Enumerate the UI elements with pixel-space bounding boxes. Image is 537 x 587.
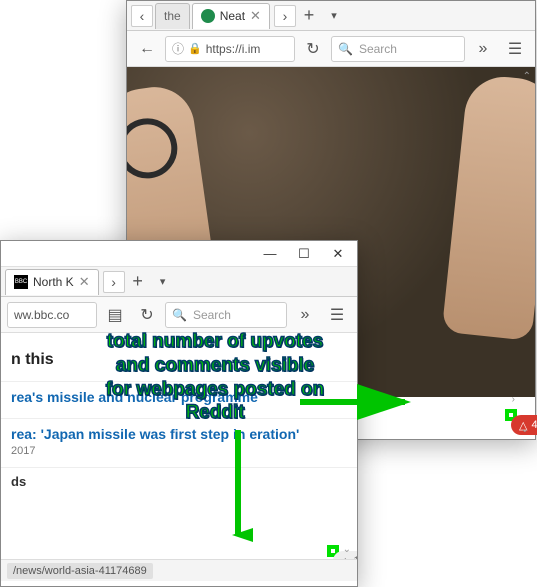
upvote-count: 41469 xyxy=(531,419,537,431)
window-maximize-button[interactable]: ☐ xyxy=(287,243,321,265)
url-text: ww.bbc.co xyxy=(14,308,69,322)
search-icon: 🔍 xyxy=(172,308,187,322)
url-bar[interactable]: ⓘ 🔒 https://i.im xyxy=(165,36,295,62)
window-minimize-button[interactable]: — xyxy=(253,243,287,265)
scroll-down-indicator: ⌄ xyxy=(343,544,351,555)
new-tab-button[interactable]: + xyxy=(127,271,149,292)
story-headline-link[interactable]: rea's missile and nuclear programme xyxy=(11,388,347,406)
story-trail-text: ds xyxy=(11,474,26,489)
search-box[interactable]: 🔍 Search xyxy=(331,36,465,62)
reload-button[interactable]: ↻ xyxy=(299,35,327,63)
browser-window-front: — ☐ ✕ BBC North K ✕ › + ▾ ww.bbc.co ▤ ↻ … xyxy=(0,240,358,587)
tab-overflow-button[interactable]: ▾ xyxy=(320,2,348,30)
upvote-icon: △ xyxy=(341,555,349,560)
tab-history-forward-button[interactable]: › xyxy=(103,271,125,293)
window-titlebar: — ☐ ✕ xyxy=(1,241,357,267)
tab-inactive[interactable]: the xyxy=(155,3,190,29)
scroll-right-indicator: › xyxy=(512,394,515,405)
tab-active[interactable]: BBC North K ✕ xyxy=(5,269,99,295)
scroll-up-indicator: ⌃ xyxy=(523,71,531,82)
story-item: rea: 'Japan missile was first step in er… xyxy=(1,418,357,467)
nav-toolbar: ← ⓘ 🔒 https://i.im ↻ 🔍 Search » ☰ xyxy=(127,31,535,67)
reload-button[interactable]: ↻ xyxy=(133,301,161,329)
scroll-down-indicator: ⌄ xyxy=(521,424,529,435)
hamburger-menu-button[interactable]: ☰ xyxy=(323,301,351,329)
url-bar[interactable]: ww.bbc.co xyxy=(7,302,97,328)
search-icon: 🔍 xyxy=(338,42,353,56)
search-box[interactable]: 🔍 Search xyxy=(165,302,287,328)
story-item: rea's missile and nuclear programme xyxy=(1,381,357,418)
story-item: ds xyxy=(1,467,357,499)
nav-toolbar: ww.bbc.co ▤ ↻ 🔍 Search » ☰ xyxy=(1,297,357,333)
annotation-highlight-box: △ 41469 ✎ 1255 gifs xyxy=(505,409,517,421)
tab-overflow-button[interactable]: ▾ xyxy=(149,268,177,296)
tab-active[interactable]: Neat ✕ xyxy=(192,3,270,29)
favicon-icon: BBC xyxy=(14,275,28,289)
url-text: https://i.im xyxy=(206,42,261,56)
tab-label: Neat xyxy=(220,9,245,23)
status-url: /news/world-asia-41174689 xyxy=(7,563,153,579)
hamburger-menu-button[interactable]: ☰ xyxy=(501,35,529,63)
tab-strip: ‹ the Neat ✕ › + ▾ xyxy=(127,1,535,31)
close-tab-icon[interactable]: ✕ xyxy=(79,274,90,290)
section-heading: n this xyxy=(11,351,357,369)
story-headline-link[interactable]: rea: 'Japan missile was first step in er… xyxy=(11,425,347,443)
window-close-button[interactable]: ✕ xyxy=(321,243,355,265)
search-placeholder: Search xyxy=(359,42,397,56)
story-date: 2017 xyxy=(11,445,347,457)
page-content: n this rea's missile and nuclear program… xyxy=(1,333,357,559)
nav-back-button[interactable]: ← xyxy=(133,35,161,63)
tab-history-back-button[interactable]: ‹ xyxy=(131,5,153,27)
tab-history-forward-button[interactable]: › xyxy=(274,5,296,27)
favicon-icon xyxy=(201,9,215,23)
tab-label: North K xyxy=(33,275,74,289)
tab-label: the xyxy=(164,9,181,23)
reader-mode-button[interactable]: ▤ xyxy=(101,301,129,329)
site-info-icon[interactable]: ⓘ xyxy=(172,40,184,57)
upvote-count: 137 xyxy=(353,555,357,559)
status-bar: /news/world-asia-41174689 xyxy=(1,559,357,581)
tab-strip: BBC North K ✕ › + ▾ xyxy=(1,267,357,297)
search-placeholder: Search xyxy=(193,308,231,322)
toolbar-overflow-button[interactable]: » xyxy=(469,35,497,63)
new-tab-button[interactable]: + xyxy=(298,5,320,26)
close-tab-icon[interactable]: ✕ xyxy=(250,8,261,24)
toolbar-overflow-button[interactable]: » xyxy=(291,301,319,329)
lock-icon: 🔒 xyxy=(188,42,202,55)
annotation-highlight-box: △ 137 ✎ 90 r xyxy=(327,545,339,557)
